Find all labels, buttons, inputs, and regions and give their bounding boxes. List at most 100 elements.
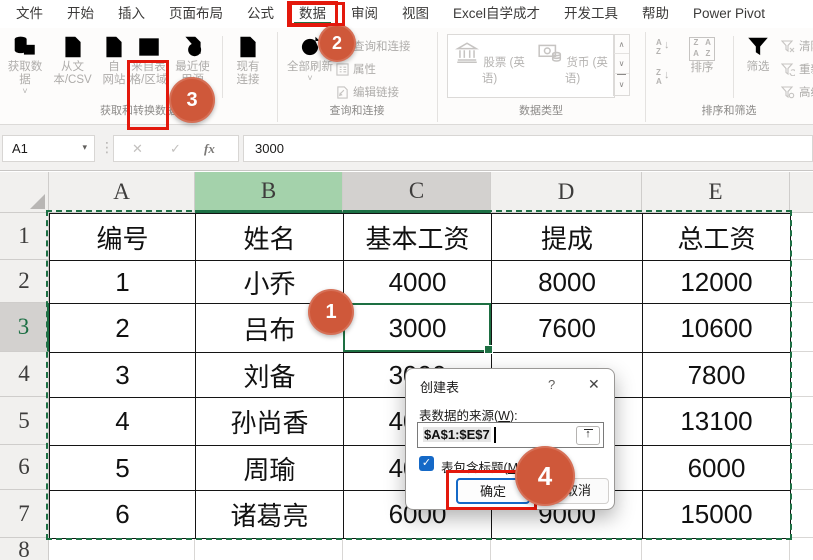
tab-插入[interactable]: 插入 — [106, 2, 157, 26]
row-header-3[interactable]: 3 — [0, 303, 49, 352]
sort-za-icon: Z A ↓ — [656, 68, 670, 86]
row-header-5[interactable]: 5 — [0, 397, 49, 445]
insert-function-icon[interactable]: fx — [204, 141, 215, 157]
currency-data-type[interactable]: 货币 (英语) — [531, 35, 614, 97]
formula-input[interactable]: 3000 — [243, 135, 813, 162]
properties-label: 属性 — [353, 64, 376, 76]
stocks-data-type[interactable]: 股票 (英语) — [448, 35, 531, 97]
collapse-dialog-button[interactable]: ↑ — [576, 425, 600, 445]
edit-links-label: 编辑链接 — [353, 87, 399, 99]
chevron-down-icon: ˅ — [22, 86, 28, 96]
confirm-entry-icon[interactable]: ✓ — [170, 141, 181, 157]
column-header-B[interactable]: B — [195, 172, 343, 213]
table-cell[interactable]: 编号 — [49, 213, 196, 261]
formula-bar-resize-handle[interactable]: ⋮ — [100, 139, 114, 156]
column-header-D[interactable]: D — [491, 172, 642, 213]
table-cell[interactable]: 6 — [49, 490, 196, 539]
advanced-filter-button[interactable]: 高级 — [781, 82, 813, 102]
tab-帮助[interactable]: 帮助 — [630, 2, 681, 26]
select-all-corner[interactable] — [0, 172, 49, 213]
sort-label: 排序 — [690, 62, 714, 74]
headers-checkbox[interactable]: ✓ — [419, 456, 434, 471]
table-row: 编号 姓名 基本工资 提成 总工资 — [49, 213, 791, 261]
tab-视图[interactable]: 视图 — [390, 2, 441, 26]
table-cell[interactable]: 15000 — [642, 490, 791, 539]
edit-links-icon — [337, 85, 348, 99]
row-header-6[interactable]: 6 — [0, 445, 49, 490]
collapse-arrow-icon: ↑ — [585, 428, 591, 440]
properties-button[interactable]: 属性 — [336, 59, 376, 79]
tab-审阅[interactable]: 审阅 — [339, 2, 390, 26]
bank-icon — [455, 42, 480, 63]
row-header-2[interactable]: 2 — [0, 260, 49, 303]
row-header-8[interactable]: 8 — [0, 537, 49, 560]
active-cell-C3[interactable] — [343, 303, 493, 354]
get-data-label: 获取数 据 — [7, 61, 43, 86]
column-header-C[interactable]: C — [343, 172, 491, 213]
table-cell[interactable]: 诸葛亮 — [195, 490, 344, 539]
gallery-scrollbar: ∧ ∨ ∨ — [613, 34, 630, 96]
gallery-up-button[interactable]: ∧ — [614, 35, 629, 55]
table-cell[interactable]: 总工资 — [642, 213, 791, 261]
row-header-1[interactable]: 1 — [0, 213, 49, 260]
edit-links-button[interactable]: 编辑链接 — [336, 82, 399, 102]
tab-公式[interactable]: 公式 — [235, 2, 286, 26]
name-box-dropdown-icon[interactable]: ▾ — [82, 142, 87, 153]
cancel-entry-icon[interactable]: ✕ — [132, 141, 143, 157]
tab-开发工具[interactable]: 开发工具 — [552, 2, 630, 26]
table-cell[interactable]: 姓名 — [195, 213, 344, 261]
chevron-down-icon: ˅ — [307, 73, 313, 83]
gallery-down-button[interactable]: ∨ — [614, 54, 629, 74]
table-cell[interactable]: 13100 — [642, 397, 791, 446]
table-cell[interactable]: 基本工资 — [343, 213, 492, 261]
tab-数据[interactable]: 数据 — [287, 1, 338, 27]
group-label-data-types: 数据类型 — [519, 105, 563, 117]
table-cell[interactable]: 5 — [49, 445, 196, 491]
column-header-partial[interactable] — [790, 172, 813, 213]
reapply-filter-button[interactable]: 重新应用 — [781, 59, 813, 79]
column-header-E[interactable]: E — [642, 172, 790, 213]
table-cell[interactable]: 3 — [49, 352, 196, 398]
tab-页面布局[interactable]: 页面布局 — [157, 2, 235, 26]
data-types-gallery: 股票 (英语) 货币 (英语) — [447, 34, 615, 98]
table-cell[interactable]: 6000 — [642, 445, 791, 491]
sort-dialog-icon: ZA AZ — [689, 37, 715, 61]
sort-descending-button[interactable]: Z A ↓ — [656, 68, 674, 88]
queries-connections-label: 查询和连接 — [353, 41, 411, 53]
close-icon[interactable]: ✕ — [588, 376, 600, 393]
table-cell[interactable]: 4000 — [343, 260, 492, 304]
table-cell[interactable]: 周瑜 — [195, 445, 344, 491]
tab-文件[interactable]: 文件 — [4, 2, 55, 26]
recent-sources-icon — [184, 36, 201, 57]
row-header-7[interactable]: 7 — [0, 490, 49, 538]
table-cell[interactable]: 1 — [49, 260, 196, 304]
ribbon: 获取数 据 ˅ 从文 本/CSV 自 网站 来自表 格/区域 最近使 现有 连接… — [0, 28, 813, 125]
existing-connections-icon — [240, 36, 256, 58]
table-cell[interactable]: 4 — [49, 397, 196, 446]
row-header-4[interactable]: 4 — [0, 352, 49, 397]
column-header-A[interactable]: A — [49, 172, 195, 213]
fill-handle[interactable] — [484, 345, 493, 354]
table-cell[interactable]: 刘备 — [195, 352, 344, 398]
sort-ascending-button[interactable]: A Z ↓ — [656, 38, 674, 58]
tab-Excel自学成才[interactable]: Excel自学成才 — [441, 2, 552, 26]
table-cell[interactable]: 7800 — [642, 352, 791, 398]
table-cell[interactable]: 2 — [49, 303, 196, 353]
currency-label: 货币 (英语) — [564, 57, 608, 85]
table-cell[interactable]: 12000 — [642, 260, 791, 304]
stocks-label: 股票 (英语) — [481, 57, 525, 85]
text-file-icon — [64, 36, 81, 58]
name-box[interactable]: A1 ▾ — [2, 135, 95, 162]
help-icon[interactable]: ? — [548, 377, 555, 392]
gallery-more-button[interactable]: ∨ — [617, 73, 626, 95]
table-cell[interactable]: 10600 — [642, 303, 791, 353]
clear-filter-button[interactable]: 清除 — [781, 36, 813, 56]
table-cell[interactable]: 7600 — [491, 303, 643, 353]
dialog-title: 创建表 — [420, 380, 460, 395]
table-cell[interactable]: 孙尚香 — [195, 397, 344, 446]
tab-开始[interactable]: 开始 — [55, 2, 106, 26]
table-range-input[interactable]: $A$1:$E$7 ↑ — [417, 422, 604, 448]
tab-Power Pivot[interactable]: Power Pivot — [681, 2, 777, 26]
table-cell[interactable]: 提成 — [491, 213, 643, 261]
table-cell[interactable]: 8000 — [491, 260, 643, 304]
